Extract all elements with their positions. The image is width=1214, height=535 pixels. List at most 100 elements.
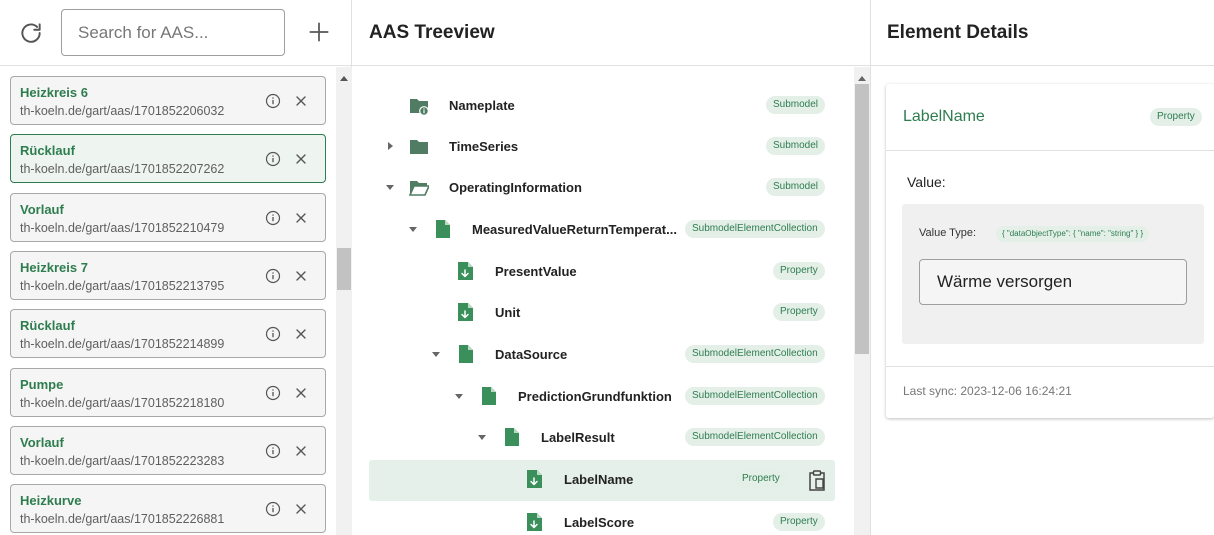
tree-node[interactable]: PresentValue Property [369,252,835,290]
aas-item-id: th-koeln.de/gart/aas/1701852210479 [20,220,225,235]
last-sync-text: Last sync: 2023-12-06 16:24:21 [903,384,1072,398]
aas-item-name: Vorlauf [20,434,64,450]
info-icon[interactable] [265,210,281,226]
details-panel: Element Details LabelName Property Value… [871,0,1214,535]
submodel-info-icon [410,99,429,115]
chevron-down-icon[interactable] [385,182,395,192]
node-type-chip: Property [773,262,825,280]
aas-item-name: Pumpe [20,376,64,392]
refresh-icon[interactable] [18,20,44,46]
tree-node-label: MeasuredValueReturnTemperat... [472,222,677,237]
aas-item-id: th-koeln.de/gart/aas/1701852207262 [20,162,225,177]
tree-node[interactable]: MeasuredValueReturnTemperat... SubmodelEl… [369,210,835,248]
aas-item-name: Rücklauf [20,143,75,159]
info-icon[interactable] [265,151,281,167]
close-icon[interactable] [294,444,308,458]
info-icon[interactable] [265,93,281,109]
file-icon [482,387,496,405]
info-icon[interactable] [265,443,281,459]
tree-node-label: PredictionGrundfunktion [518,389,672,404]
property-icon [527,470,542,488]
close-icon[interactable] [294,94,308,108]
aas-list-item[interactable]: Heizkreis 6 th-koeln.de/gart/aas/17018522… [10,76,326,125]
file-icon [505,428,519,446]
file-icon [459,345,473,363]
chevron-right-icon[interactable] [385,141,395,151]
value-type-label: Value Type: [919,227,977,239]
node-type-chip: Property [773,303,825,321]
aas-list-header [0,0,351,66]
aas-item-id: th-koeln.de/gart/aas/1701852218180 [20,395,225,410]
tree-node-label: TimeSeries [449,139,519,154]
aas-list: Heizkreis 6 th-koeln.de/gart/aas/17018522… [0,67,336,535]
aas-list-item[interactable]: Rücklauf th-koeln.de/gart/aas/17018522148… [10,309,326,359]
folder-open-icon [409,181,429,196]
tree-node[interactable]: LabelScore Property [369,503,835,535]
aas-item-id: th-koeln.de/gart/aas/1701852226881 [20,512,225,527]
divider [886,366,1214,367]
node-type-chip: Submodel [766,137,826,155]
property-icon [458,303,473,321]
scroll-up-arrow-icon[interactable] [340,76,348,81]
property-icon [458,262,473,280]
tree-node[interactable]: TimeSeries Submodel [369,127,835,165]
tree-node[interactable]: LabelName Property [369,460,835,501]
tree-node[interactable]: LabelResult SubmodelElementCollection [369,418,835,456]
chevron-down-icon[interactable] [477,432,487,442]
tree-node[interactable]: PredictionGrundfunktion SubmodelElementCo… [369,377,835,415]
tree-node[interactable]: Unit Property [369,293,835,331]
tree-scroll-up-arrow-icon[interactable] [858,76,866,81]
tree-node[interactable]: OperatingInformation Submodel [369,168,835,206]
chevron-down-icon[interactable] [408,224,418,234]
aas-list-item[interactable]: Vorlauf th-koeln.de/gart/aas/170185222328… [10,425,326,475]
aas-item-id: th-koeln.de/gart/aas/1701852213795 [20,278,225,293]
aas-list-scroll-thumb[interactable] [337,248,351,290]
info-icon[interactable] [265,385,281,401]
tree-scroll-thumb[interactable] [855,84,869,354]
tree-node[interactable]: DataSource SubmodelElementCollection [369,335,835,373]
close-icon[interactable] [294,386,308,400]
copy-icon[interactable] [807,469,827,491]
tree-node-label: LabelName [564,472,634,487]
details-header: Element Details [871,0,1214,66]
element-details-card: LabelName Property Value: Value Type: { … [886,84,1214,418]
chevron-down-icon[interactable] [454,391,464,401]
aas-list-item[interactable]: Vorlauf th-koeln.de/gart/aas/170185221047… [10,192,326,242]
tree-node-label: LabelResult [541,430,615,445]
aas-list-item[interactable]: Rücklauf th-koeln.de/gart/aas/17018522072… [10,134,326,184]
value-label: Value: [907,174,946,190]
node-type-chip: Submodel [766,178,826,196]
folder-icon [410,140,428,154]
close-icon[interactable] [294,269,308,283]
value-section: Value Type: { "dataObjectType": { "name"… [902,204,1204,344]
tree-node-label: PresentValue [495,264,577,279]
info-icon[interactable] [265,268,281,284]
info-icon[interactable] [265,326,281,342]
aas-list-scrollbar[interactable] [336,67,352,535]
close-icon[interactable] [294,152,308,166]
close-icon[interactable] [294,327,308,341]
file-icon [436,220,450,238]
element-name: LabelName [903,108,985,125]
tree-node-label: LabelScore [564,515,635,530]
aas-list-panel: Heizkreis 6 th-koeln.de/gart/aas/17018522… [0,0,352,535]
app-window: Heizkreis 6 th-koeln.de/gart/aas/17018522… [0,0,1214,535]
info-icon[interactable] [265,501,281,517]
tree-node[interactable]: Nameplate Submodel [369,86,835,124]
add-icon[interactable] [306,19,332,45]
aas-item-id: th-koeln.de/gart/aas/1701852223283 [20,453,225,468]
tree: Nameplate Submodel TimeSeries Submodel Opera… [352,67,854,535]
close-icon[interactable] [294,211,308,225]
aas-item-id: th-koeln.de/gart/aas/1701852214899 [20,337,225,352]
element-type-chip: Property [1150,108,1202,126]
aas-list-item[interactable]: Heizkurve th-koeln.de/gart/aas/1701852226… [10,484,326,534]
close-icon[interactable] [294,502,308,516]
node-type-chip: Property [735,470,787,488]
treeview-header: AAS Treeview [352,0,870,66]
treeview-title: AAS Treeview [369,22,495,43]
chevron-down-icon[interactable] [431,349,441,359]
aas-list-item[interactable]: Heizkreis 7 th-koeln.de/gart/aas/17018522… [10,250,326,300]
value-field[interactable] [919,259,1187,305]
aas-list-item[interactable]: Pumpe th-koeln.de/gart/aas/1701852218180 [10,367,326,417]
search-input[interactable] [61,9,285,56]
